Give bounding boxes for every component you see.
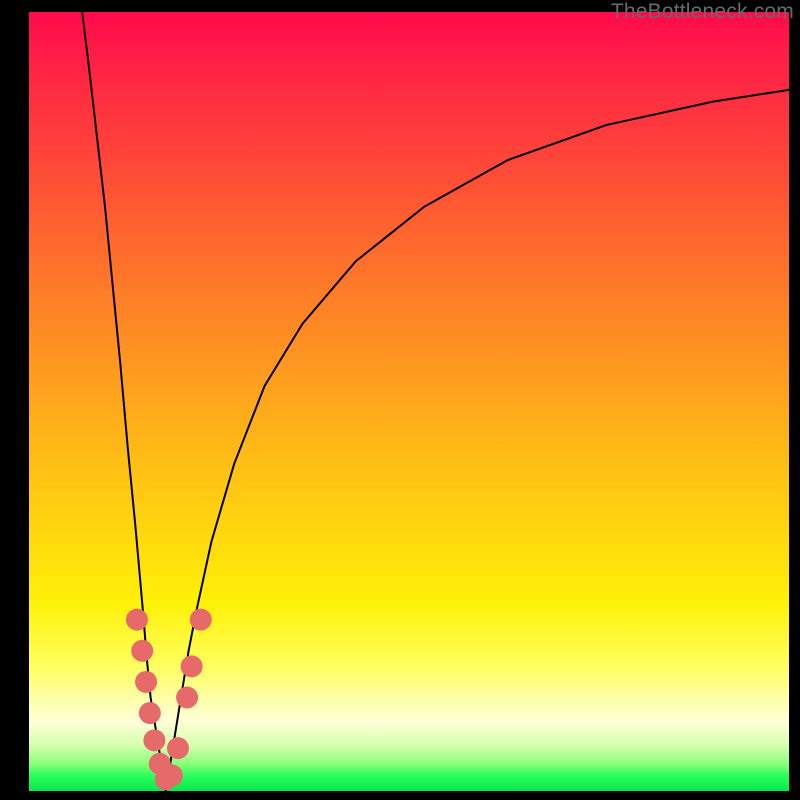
watermark-text: TheBottleneck.com (611, 0, 794, 24)
curve-markers (126, 609, 212, 791)
series-right-branch (166, 90, 789, 791)
plot-area (29, 12, 789, 791)
marker-dot (126, 609, 148, 631)
marker-dot (139, 702, 161, 724)
chart-svg (29, 12, 789, 791)
marker-dot (135, 671, 157, 693)
chart-frame: TheBottleneck.com (0, 0, 800, 800)
marker-dot (131, 640, 153, 662)
marker-dot (161, 764, 183, 786)
marker-dot (176, 687, 198, 709)
marker-dot (190, 609, 212, 631)
marker-dot (167, 737, 189, 759)
marker-dot (181, 655, 203, 677)
marker-dot (143, 729, 165, 751)
